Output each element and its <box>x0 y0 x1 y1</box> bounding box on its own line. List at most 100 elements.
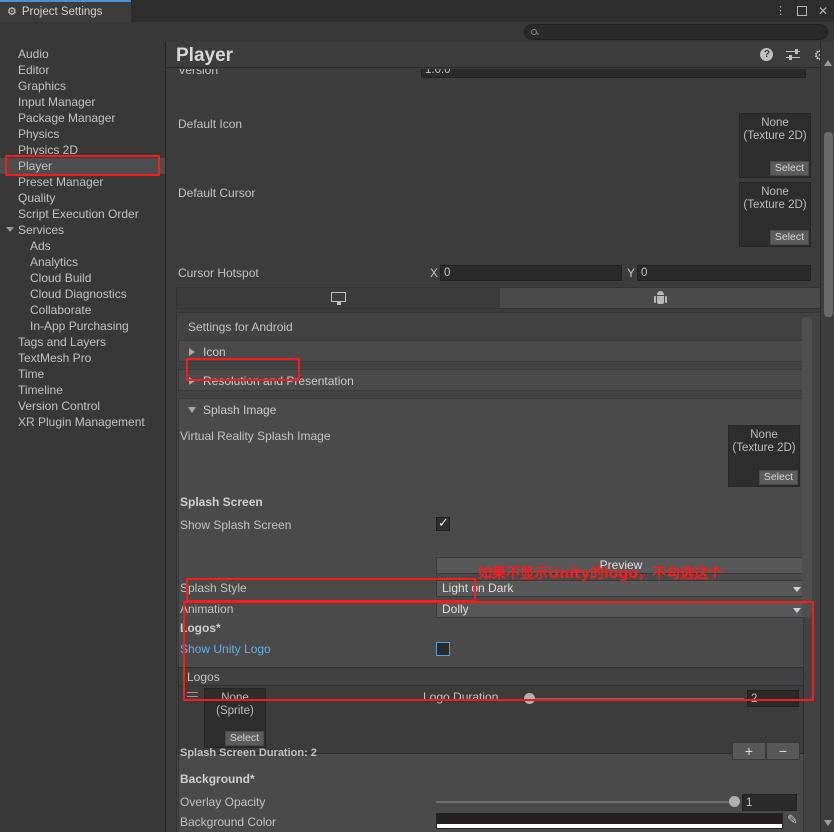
default-icon-object-field[interactable]: None (Texture 2D) Select <box>739 113 811 178</box>
cursor-hotspot-x-input[interactable]: 0 <box>440 265 622 281</box>
color-swatch-fill <box>437 814 782 824</box>
settings-sidebar[interactable]: Audio Editor Graphics Input Manager Pack… <box>0 42 166 832</box>
eyedropper-icon[interactable]: ✎ <box>787 812 798 828</box>
overlay-opacity-slider-knob[interactable] <box>729 796 740 807</box>
cursor-hotspot-label: Cursor Hotspot <box>178 266 259 280</box>
sidebar-item-version-control[interactable]: Version Control <box>0 398 165 414</box>
version-field[interactable]: 1.0.0 <box>421 69 806 78</box>
sidebar-item-package-manager[interactable]: Package Manager <box>0 110 165 126</box>
row-show-unity-logo: Show Unity Logo <box>166 639 816 659</box>
sidebar-item-input-manager[interactable]: Input Manager <box>0 94 165 110</box>
sidebar-item-player[interactable]: Player <box>0 158 165 174</box>
sidebar-item-cloud-diagnostics[interactable]: Cloud Diagnostics <box>0 286 165 302</box>
logo-duration-slider-knob[interactable] <box>524 693 535 704</box>
object-field-value: None <box>221 692 249 704</box>
sidebar-item-ads[interactable]: Ads <box>0 238 165 254</box>
add-logo-button[interactable]: + <box>732 742 766 760</box>
panel-header: Player ? ⚙ <box>166 42 834 68</box>
vr-splash-image-label: Virtual Reality Splash Image <box>180 429 331 443</box>
sidebar-item-label: Script Execution Order <box>18 207 139 221</box>
maximize-icon[interactable] <box>796 6 807 16</box>
logos-list-header-label: Logos <box>187 670 220 684</box>
animation-dropdown[interactable]: Dolly <box>436 601 806 618</box>
platform-tab-android[interactable] <box>500 288 821 308</box>
sidebar-item-script-execution-order[interactable]: Script Execution Order <box>0 206 165 222</box>
color-swatch-alpha-bar <box>437 824 782 828</box>
default-cursor-object-field[interactable]: None (Texture 2D) Select <box>739 182 811 247</box>
scrollbar-thumb[interactable] <box>824 132 833 317</box>
sidebar-item-audio[interactable]: Audio <box>0 46 165 62</box>
splash-screen-section-title: Splash Screen <box>180 495 263 509</box>
sidebar-item-cloud-build[interactable]: Cloud Build <box>0 270 165 286</box>
search-box[interactable] <box>524 24 828 40</box>
sidebar-item-time[interactable]: Time <box>0 366 165 382</box>
tab-label: Project Settings <box>21 6 103 18</box>
sidebar-item-timeline[interactable]: Timeline <box>0 382 165 398</box>
select-button[interactable]: Select <box>758 470 798 485</box>
sidebar-item-label: Collaborate <box>30 303 92 317</box>
sidebar-item-label: Version Control <box>18 399 101 413</box>
sidebar-item-editor[interactable]: Editor <box>0 62 165 78</box>
splash-style-label: Splash Style <box>180 581 247 595</box>
kebab-menu-icon[interactable]: ⋮ <box>775 5 786 17</box>
sidebar-item-services[interactable]: Services <box>0 222 165 238</box>
close-icon[interactable]: ✕ <box>818 5 828 17</box>
sidebar-item-collaborate[interactable]: Collaborate <box>0 302 165 318</box>
foldout-icon[interactable]: Icon <box>178 340 804 362</box>
platform-tab-standalone[interactable] <box>177 288 500 308</box>
help-icon[interactable]: ? <box>760 48 774 61</box>
vertical-scrollbar[interactable] <box>820 42 834 832</box>
page-title: Player <box>176 45 234 66</box>
sidebar-item-label: Physics <box>18 127 60 141</box>
chevron-down-icon <box>793 608 801 613</box>
splash-style-value: Light on Dark <box>442 581 514 595</box>
sidebar-item-xr-plugin-management[interactable]: XR Plugin Management <box>0 414 165 430</box>
sidebar-item-label: Cloud Diagnostics <box>30 287 127 301</box>
animation-value: Dolly <box>442 602 469 616</box>
overlay-opacity-slider-track[interactable] <box>436 801 734 803</box>
sidebar-item-in-app-purchasing[interactable]: In-App Purchasing <box>0 318 165 334</box>
show-splash-screen-checkbox[interactable] <box>436 515 450 531</box>
select-button[interactable]: Select <box>769 161 809 176</box>
gear-icon: ⚙ <box>7 5 17 18</box>
sidebar-item-graphics[interactable]: Graphics <box>0 78 165 94</box>
sidebar-item-physics[interactable]: Physics <box>0 126 165 142</box>
scroll-up-arrow-icon[interactable] <box>824 60 832 66</box>
tab-project-settings[interactable]: ⚙ Project Settings <box>0 0 131 22</box>
preset-sliders-icon[interactable] <box>786 48 801 61</box>
inner-scrollbar-thumb[interactable] <box>802 317 812 617</box>
object-field-value: None <box>750 429 778 441</box>
overlay-opacity-input[interactable]: 1 <box>742 794 797 811</box>
sidebar-item-textmesh-pro[interactable]: TextMesh Pro <box>0 350 165 366</box>
sidebar-item-preset-manager[interactable]: Preset Manager <box>0 174 165 190</box>
show-unity-logo-checkbox[interactable] <box>436 642 450 656</box>
logo-duration-input[interactable]: 2 <box>747 690 799 707</box>
foldout-resolution-and-presentation[interactable]: Resolution and Presentation <box>178 369 804 391</box>
overlay-opacity-label: Overlay Opacity <box>180 795 266 809</box>
remove-logo-button[interactable]: − <box>766 742 800 760</box>
vr-splash-object-field[interactable]: None (Texture 2D) Select <box>728 425 800 487</box>
show-splash-screen-label: Show Splash Screen <box>180 518 292 532</box>
window-controls: ⋮ ✕ <box>775 0 828 22</box>
logo-duration-slider-track[interactable] <box>529 698 744 700</box>
drag-handle-icon[interactable] <box>187 692 198 699</box>
background-color-swatch[interactable] <box>436 813 783 829</box>
logos-list: Logos None (Sprite) Select Logo Duration… <box>178 667 804 754</box>
logo-duration-label: Logo Duration <box>423 690 499 704</box>
scroll-down-arrow-icon[interactable] <box>824 820 832 826</box>
sidebar-item-analytics[interactable]: Analytics <box>0 254 165 270</box>
sidebar-item-label: Graphics <box>18 79 67 93</box>
row-default-cursor: Default Cursor None (Texture 2D) Select <box>166 182 816 250</box>
cursor-hotspot-y-input[interactable]: 0 <box>637 265 811 281</box>
logo-sprite-object-field[interactable]: None (Sprite) Select <box>204 688 266 748</box>
sidebar-item-quality[interactable]: Quality <box>0 190 165 206</box>
chevron-down-icon[interactable] <box>6 227 14 232</box>
row-vr-splash-image: Virtual Reality Splash Image None (Textu… <box>166 425 816 487</box>
select-button[interactable]: Select <box>224 731 264 746</box>
chevron-down-icon <box>188 407 196 413</box>
row-show-splash-screen: Show Splash Screen <box>166 515 816 535</box>
search-input[interactable] <box>541 26 811 38</box>
select-button[interactable]: Select <box>769 230 809 245</box>
sidebar-item-physics-2d[interactable]: Physics 2D <box>0 142 165 158</box>
sidebar-item-tags-and-layers[interactable]: Tags and Layers <box>0 334 165 350</box>
